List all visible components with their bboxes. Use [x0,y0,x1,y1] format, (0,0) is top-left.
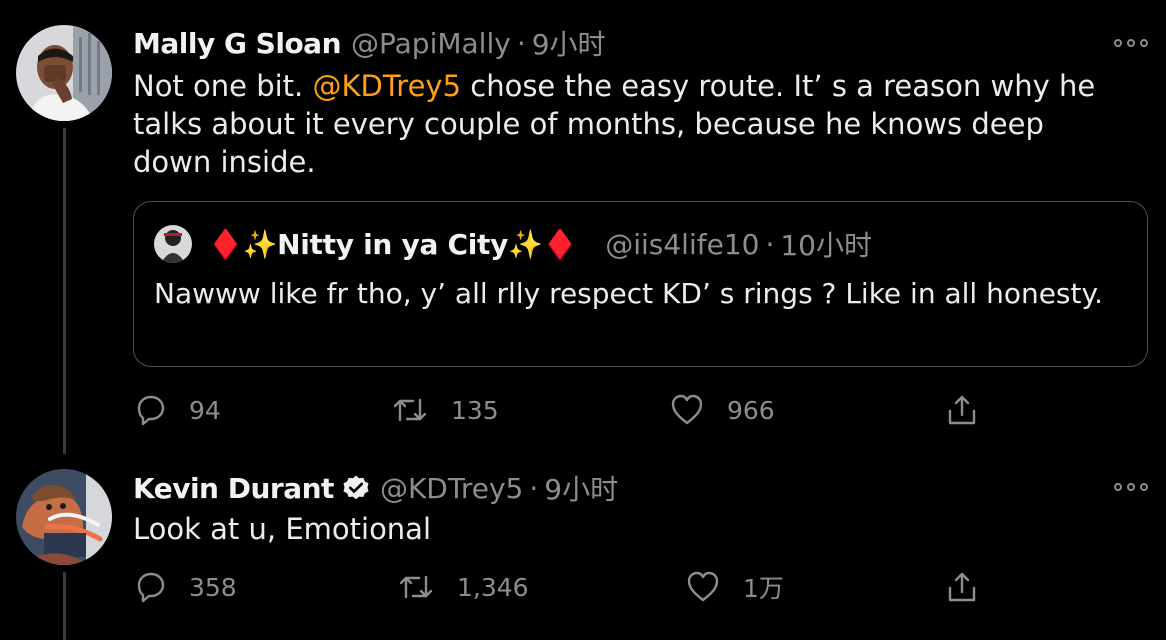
tweet-text-part: Not one bit. [133,69,313,103]
quoted-timestamp[interactable]: 10小时 [780,224,872,264]
retweet-button[interactable]: 135 [391,388,499,432]
author-name[interactable]: Kevin Durant [133,472,334,505]
share-button[interactable] [945,565,979,609]
separator-dot: · [765,227,775,261]
reply-button[interactable]: 358 [133,565,237,609]
retweet-icon [399,575,433,599]
author-handle[interactable]: @PapiMally [351,27,511,60]
separator-dot: · [529,471,539,505]
quoted-tweet[interactable]: ♦️✨Nitty in ya City✨♦️ @iis4life10 · 10小… [133,201,1148,367]
like-button[interactable]: 1万 [685,565,784,609]
retweet-button[interactable]: 1,346 [397,565,529,609]
share-button[interactable] [945,388,979,432]
share-icon [948,395,976,425]
like-count: 1万 [743,574,784,603]
retweet-count: 1,346 [457,572,529,602]
thread-connector-bottom [63,572,66,640]
author-handle[interactable]: @KDTrey5 [380,472,523,505]
reply-count: 358 [189,572,237,602]
mention-link[interactable]: @KDTrey5 [312,69,461,103]
like-icon [671,394,703,425]
like-count: 966 [727,395,775,425]
more-icon[interactable] [1114,481,1148,493]
timestamp[interactable]: 9小时 [532,23,606,63]
like-icon [687,571,719,602]
retweet-count: 135 [451,395,499,425]
tweet-header: Mally G Sloan @PapiMally · 9小时 [133,23,606,63]
tweet-actions: 358 1,346 1万 [133,565,993,609]
quoted-author-handle[interactable]: @iis4life10 [605,228,759,261]
more-icon[interactable] [1114,37,1148,49]
share-icon [948,572,976,602]
quoted-author-name[interactable]: ♦️✨Nitty in ya City✨♦️ [208,228,578,261]
avatar-kevin[interactable] [16,469,112,565]
timestamp[interactable]: 9小时 [544,468,618,508]
quoted-tweet-text: Nawww like fr tho, y’ all rlly respect K… [154,277,1103,310]
reply-icon [137,572,165,603]
retweet-icon [393,398,427,422]
verified-icon [342,474,370,502]
tweet-actions: 94 135 966 [133,388,993,432]
avatar-mally[interactable] [16,25,112,121]
reply-button[interactable]: 94 [133,388,221,432]
tweet-text: Not one bit. @KDTrey5 chose the easy rou… [133,67,1123,181]
avatar-nitty[interactable] [154,225,192,263]
quoted-tweet-header: ♦️✨Nitty in ya City✨♦️ @iis4life10 · 10小… [154,224,872,264]
like-button[interactable]: 966 [669,388,775,432]
tweet-header: Kevin Durant @KDTrey5 · 9小时 [133,468,618,508]
separator-dot: · [516,26,526,60]
author-name[interactable]: Mally G Sloan [133,27,342,60]
reply-icon [137,395,165,426]
tweet-text: Look at u, Emotional [133,512,432,546]
thread-connector-top [63,128,66,454]
reply-count: 94 [189,395,221,425]
